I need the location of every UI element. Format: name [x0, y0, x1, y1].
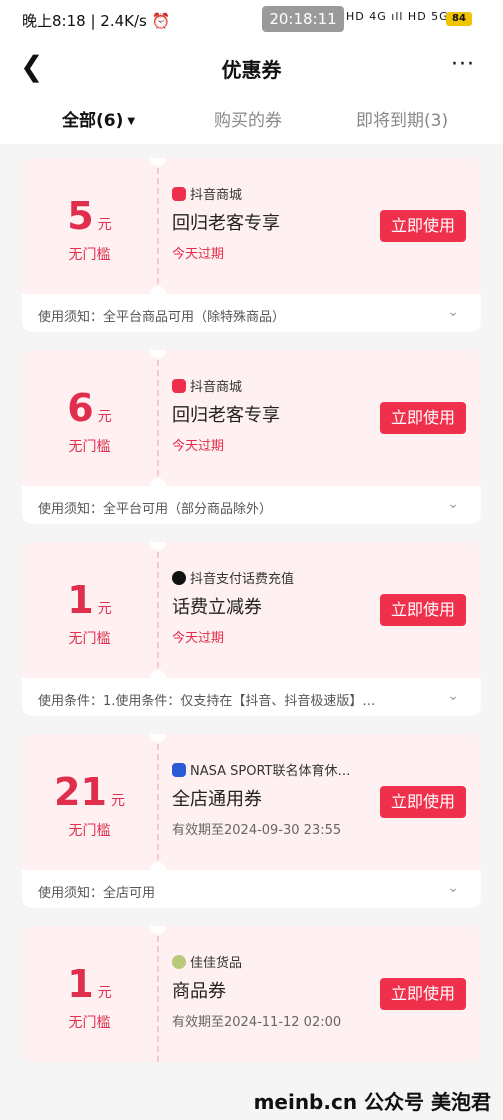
- status-left: 晚上8:18 | 2.4K/s ⏰: [22, 12, 171, 30]
- use-now-button[interactable]: 立即使用: [380, 594, 466, 626]
- coupon-amount: 5元: [67, 194, 112, 238]
- coupon-body: 6元 无门槛 抖音商城 回归老客专享 今天过期 立即使用: [22, 350, 481, 494]
- shop-name: 抖音商城: [172, 184, 372, 203]
- shop-name: 抖音支付话费充值: [172, 568, 372, 587]
- page-title: 优惠券: [221, 58, 282, 82]
- douyin-mall-icon: [172, 187, 186, 201]
- coupon-threshold: 无门槛: [68, 631, 111, 647]
- coupon-name: 全店通用券: [172, 789, 262, 810]
- nasa-sport-icon: [172, 763, 186, 777]
- coupon-name: 话费立减券: [172, 597, 262, 618]
- coupon-threshold: 无门槛: [68, 1015, 111, 1031]
- coupon-note: 使用须知：全平台商品可用（除特殊商品）: [38, 310, 286, 325]
- coupon-card: 6元 无门槛 抖音商城 回归老客专享 今天过期 立即使用 使用须知：全平台可用（…: [22, 350, 481, 524]
- use-now-button[interactable]: 立即使用: [380, 210, 466, 242]
- coupon-name: 回归老客专享: [172, 405, 280, 426]
- coupon-card: 5元 无门槛 抖音商城 回归老客专享 今天过期 立即使用 使用须知：全平台商品可…: [22, 158, 481, 332]
- notch-bottom: [150, 478, 166, 494]
- coupon-expire: 今天过期: [172, 631, 225, 646]
- alarm-icon: ⏰: [151, 12, 171, 30]
- notch-bottom: [150, 286, 166, 302]
- chevron-down-icon[interactable]: ⌄: [447, 304, 459, 320]
- caret-down-icon: ▼: [127, 116, 136, 127]
- tab-purchased[interactable]: 购买的券: [214, 106, 282, 131]
- use-now-button[interactable]: 立即使用: [380, 402, 466, 434]
- coupon-amount: 6元: [67, 386, 112, 430]
- nav-bar: ❮ 优惠券 ···: [0, 40, 503, 96]
- coupon-note: 使用须知：全店可用: [38, 886, 156, 901]
- coupon-expire: 有效期至2024-11-12 02:00: [172, 1015, 342, 1030]
- tab-all-label: 全部(6): [62, 111, 124, 131]
- coupon-name: 回归老客专享: [172, 213, 280, 234]
- shop-name: NASA SPORT联名体育休…: [172, 760, 372, 779]
- chevron-down-icon[interactable]: ⌄: [447, 880, 459, 896]
- dashed-divider: [157, 350, 159, 486]
- coupon-card: 1元 无门槛 佳佳货品 商品券 有效期至2024-11-12 02:00 立即使…: [22, 926, 481, 1062]
- use-now-button[interactable]: 立即使用: [380, 978, 466, 1010]
- coupon-body: 21 元 无门槛 NASA SPORT联名体育休… 全店通用券 有效期至2024-…: [22, 734, 481, 878]
- coupon-body: 1元 无门槛 抖音支付话费充值 话费立减券 今天过期 立即使用: [22, 542, 481, 686]
- tab-all[interactable]: 全部(6) ▼: [62, 106, 135, 131]
- shop-name: 佳佳货品: [172, 952, 372, 971]
- coupon-expire: 今天过期: [172, 439, 225, 454]
- notch-bottom: [150, 862, 166, 878]
- use-now-button[interactable]: 立即使用: [380, 786, 466, 818]
- coupon-amount: 21 元: [54, 770, 125, 814]
- shop-name: 抖音商城: [172, 376, 372, 395]
- dashed-divider: [157, 734, 159, 870]
- tab-bar: 全部(6) ▼ 购买的券 即将到期(3): [0, 96, 503, 144]
- dashed-divider: [157, 926, 159, 1062]
- status-bar: 晚上8:18 | 2.4K/s ⏰ 20:18:11 HD 4G ıll HD …: [0, 0, 503, 40]
- dashed-divider: [157, 158, 159, 294]
- coupon-expire: 有效期至2024-09-30 23:55: [172, 823, 342, 838]
- coupon-name: 商品券: [172, 981, 226, 1002]
- dashed-divider: [157, 542, 159, 678]
- status-time: 20:18:11: [262, 6, 344, 32]
- coupon-card: 1元 无门槛 抖音支付话费充值 话费立减券 今天过期 立即使用 使用条件：1.使…: [22, 542, 481, 716]
- coupon-card: 21 元 无门槛 NASA SPORT联名体育休… 全店通用券 有效期至2024-…: [22, 734, 481, 908]
- watermark: meinb.cn 公众号 美泡君: [253, 1090, 491, 1114]
- coupon-threshold: 无门槛: [68, 823, 111, 839]
- chevron-down-icon[interactable]: ⌄: [447, 688, 459, 704]
- coupon-amount: 1元: [67, 962, 112, 1006]
- coupon-expire: 今天过期: [172, 247, 225, 262]
- coupon-note: 使用须知：全平台可用（部分商品除外）: [38, 502, 273, 517]
- chevron-down-icon[interactable]: ⌄: [447, 496, 459, 512]
- coupon-body: 5元 无门槛 抖音商城 回归老客专享 今天过期 立即使用: [22, 158, 481, 302]
- notch-bottom: [150, 670, 166, 686]
- douyin-mall-icon: [172, 379, 186, 393]
- tab-expiring[interactable]: 即将到期(3): [356, 106, 448, 131]
- jiajia-shop-icon: [172, 955, 186, 969]
- coupon-threshold: 无门槛: [68, 247, 111, 263]
- more-icon[interactable]: ···: [451, 52, 475, 77]
- battery-icon: 84: [446, 12, 472, 26]
- coupon-threshold: 无门槛: [68, 439, 111, 455]
- douyin-logo-icon: [172, 571, 186, 585]
- coupon-amount: 1元: [67, 578, 112, 622]
- coupon-body: 1元 无门槛 佳佳货品 商品券 有效期至2024-11-12 02:00 立即使…: [22, 926, 481, 1062]
- coupon-note: 使用条件：1.使用条件：仅支持在【抖音、抖音极速版】…: [38, 694, 376, 709]
